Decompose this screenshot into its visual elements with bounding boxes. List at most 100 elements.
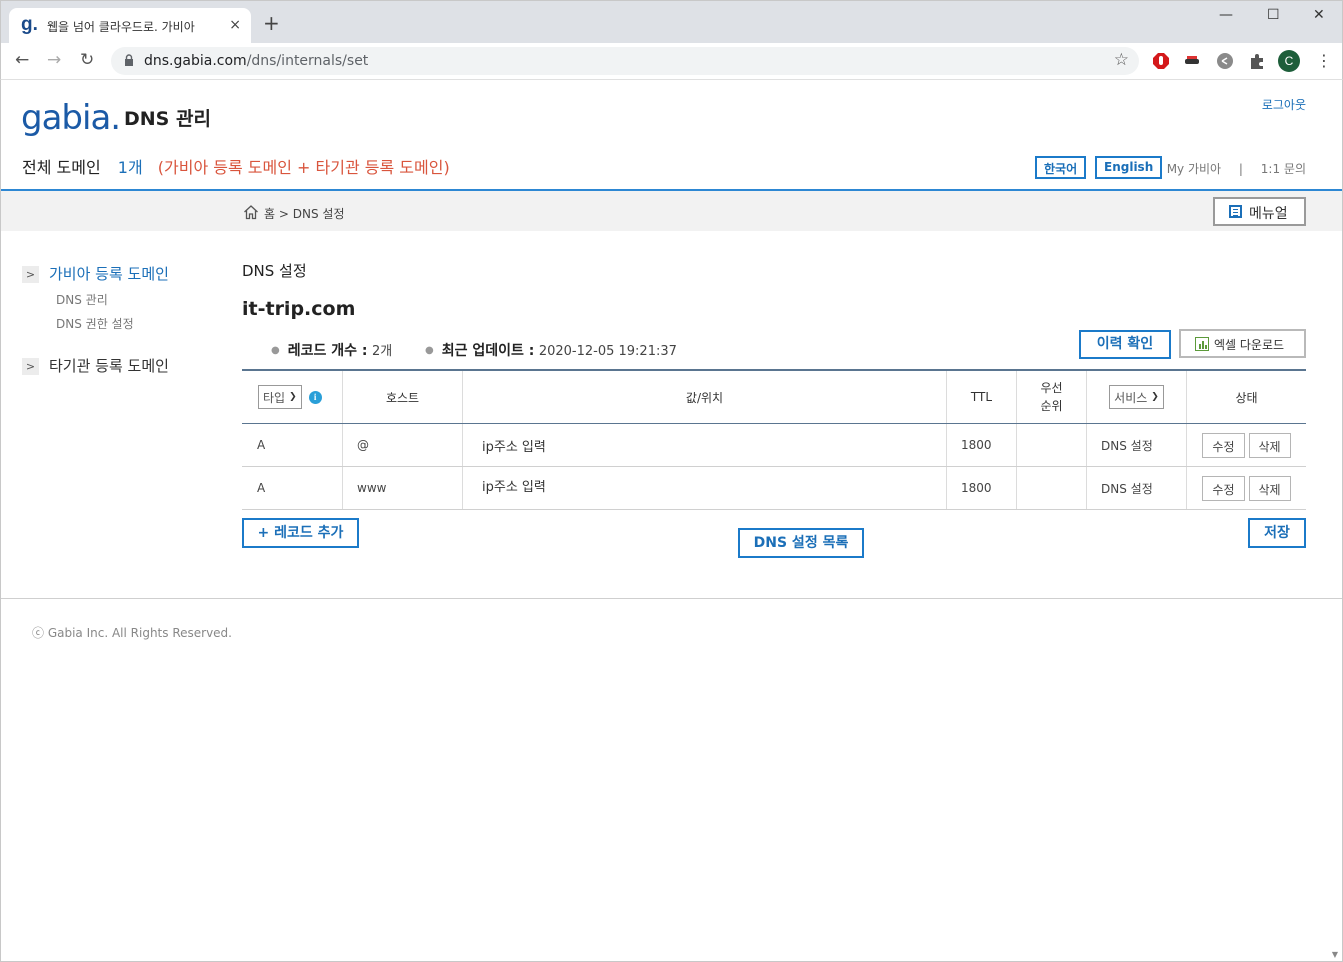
history-button[interactable]: 이력 확인	[1079, 330, 1171, 359]
chevron-down-icon: ❯	[1151, 392, 1159, 402]
record-priority	[1017, 467, 1087, 509]
breadcrumb-home[interactable]: 홈	[264, 207, 275, 221]
header-value: 값/위치	[463, 371, 947, 423]
back-icon[interactable]: ←	[15, 50, 29, 70]
window-close-icon[interactable]: ✕	[1313, 7, 1325, 23]
header-priority: 우선 순위	[1017, 371, 1087, 423]
record-type: A	[242, 424, 343, 466]
sidebar-item-external-domains[interactable]: > 타기관 등록 도메인	[22, 355, 169, 376]
spreadsheet-chart-icon	[1195, 337, 1209, 351]
browser-tab[interactable]: g. 웹을 넘어 클라우드로. 가비아 ×	[9, 8, 251, 44]
my-gabia-link[interactable]: My 가비아	[1167, 162, 1221, 176]
maximize-icon[interactable]: ☐	[1267, 7, 1280, 23]
home-icon[interactable]	[243, 204, 259, 220]
chevron-right-icon: >	[22, 358, 39, 375]
forward-icon[interactable]: →	[47, 50, 61, 70]
dns-record-table: 타입 ❯ i 호스트 값/위치 TTL 우선 순위 서비스 ❯ 상태 A @ ip주소…	[242, 369, 1306, 510]
reload-icon[interactable]: ↻	[80, 50, 94, 70]
sidebar-item-gabia-domains[interactable]: > 가비아 등록 도메인	[22, 263, 169, 284]
browser-menu-icon[interactable]: ⋮	[1316, 51, 1332, 70]
add-record-button[interactable]: + 레코드 추가	[242, 518, 359, 548]
delete-record-button[interactable]: 삭제	[1248, 475, 1291, 501]
sidebar-item-dns-manage[interactable]: DNS 관리	[56, 291, 108, 308]
footer-divider	[1, 598, 1342, 599]
top-links-separator: |	[1238, 162, 1243, 176]
record-value: ip주소 입력	[463, 424, 947, 466]
inquiry-link[interactable]: 1:1 문의	[1261, 162, 1306, 176]
breadcrumb-bar: 홈 > DNS 설정 메뉴얼	[1, 191, 1342, 231]
copyright: ⓒ Gabia Inc. All Rights Reserved.	[32, 626, 232, 640]
record-host: www	[343, 467, 463, 509]
tab-close-icon[interactable]: ×	[229, 17, 241, 33]
document-list-icon	[1229, 205, 1242, 218]
header-host: 호스트	[343, 371, 463, 423]
logout-link[interactable]: 로그아웃	[1262, 96, 1306, 113]
service-filter-select[interactable]: 서비스 ❯	[1109, 385, 1164, 409]
gabia-logo[interactable]: gabia.	[21, 98, 121, 138]
edit-record-button[interactable]: 수정	[1202, 475, 1245, 501]
scroll-down-arrow-icon[interactable]: ▼	[1332, 950, 1338, 959]
domain-summary: 전체 도메인 1개 (가비아 등록 도메인 + 타기관 등록 도메인)	[22, 154, 450, 178]
dns-settings-list-button[interactable]: DNS 설정 목록	[738, 528, 864, 558]
breadcrumb-separator: >	[278, 207, 289, 221]
header-type: 타입 ❯ i	[242, 371, 343, 423]
domain-name: it-trip.com	[242, 298, 356, 320]
table-header-row: 타입 ❯ i 호스트 값/위치 TTL 우선 순위 서비스 ❯ 상태	[242, 371, 1306, 424]
delete-record-button[interactable]: 삭제	[1248, 432, 1291, 458]
sidebar-item-dns-permission[interactable]: DNS 권한 설정	[56, 315, 134, 332]
record-service: DNS 설정	[1087, 467, 1187, 509]
browser-tab-bar: g. 웹을 넘어 클라우드로. 가비아 × + — ☐ ✕	[0, 0, 1343, 44]
record-type: A	[242, 467, 343, 509]
service-title: DNS 관리	[124, 108, 211, 130]
type-filter-select[interactable]: 타입 ❯	[258, 385, 302, 409]
section-title: DNS 설정	[242, 262, 307, 280]
breadcrumb: 홈 > DNS 설정	[264, 205, 345, 222]
record-actions: 수정 삭제	[1187, 467, 1306, 509]
record-value: ip주소 입력	[463, 467, 947, 509]
profile-avatar[interactable]: C	[1278, 50, 1300, 72]
new-tab-button[interactable]: +	[263, 13, 280, 33]
sidebar-group-label: 타기관 등록 도메인	[49, 357, 169, 375]
record-host: @	[343, 424, 463, 466]
url-text: dns.gabia.com/dns/internals/set	[144, 53, 369, 69]
record-ttl: 1800	[947, 467, 1017, 509]
adblock-extension-icon[interactable]	[1152, 52, 1170, 70]
manual-button[interactable]: 메뉴얼	[1213, 197, 1306, 226]
last-updated: ● 최근 업데이트 : 2020-12-05 19:21:37	[425, 343, 677, 359]
domain-label: 전체 도메인	[22, 158, 101, 177]
save-button[interactable]: 저장	[1248, 518, 1306, 548]
gabia-favicon-icon: g.	[21, 14, 38, 35]
record-ttl: 1800	[947, 424, 1017, 466]
sidebar-group-label: 가비아 등록 도메인	[49, 265, 169, 283]
edit-record-button[interactable]: 수정	[1202, 432, 1245, 458]
record-priority	[1017, 424, 1087, 466]
extensions-puzzle-icon[interactable]	[1248, 52, 1266, 70]
table-row: A @ ip주소 입력 1800 DNS 설정 수정 삭제	[242, 424, 1306, 467]
domain-note: (가비아 등록 도메인 + 타기관 등록 도메인)	[157, 158, 450, 177]
address-bar[interactable]: dns.gabia.com/dns/internals/set ☆	[111, 47, 1139, 75]
chevron-right-icon: >	[22, 266, 39, 283]
header-ttl: TTL	[947, 371, 1017, 423]
excel-download-label: 엑셀 다운로드	[1214, 338, 1285, 352]
domain-count[interactable]: 1개	[118, 158, 143, 177]
language-korean-button[interactable]: 한국어	[1035, 156, 1087, 179]
minimize-icon[interactable]: —	[1219, 7, 1233, 23]
header-status: 상태	[1235, 390, 1258, 405]
chevron-down-icon: ❯	[289, 392, 297, 402]
share-extension-icon[interactable]	[1216, 52, 1234, 70]
spy-extension-icon[interactable]	[1183, 52, 1201, 70]
record-count: ● 레코드 개수 : 2개	[271, 343, 393, 359]
info-icon[interactable]: i	[308, 390, 322, 404]
excel-download-button[interactable]: 엑셀 다운로드	[1179, 329, 1306, 358]
tab-title: 웹을 넘어 클라우드로. 가비아	[47, 20, 195, 34]
record-actions: 수정 삭제	[1187, 424, 1306, 466]
bookmark-star-icon[interactable]: ☆	[1114, 50, 1129, 70]
record-service: DNS 설정	[1087, 424, 1187, 466]
lock-icon	[125, 54, 133, 66]
breadcrumb-current: DNS 설정	[292, 207, 345, 221]
header-service: 서비스 ❯	[1087, 371, 1187, 423]
page-content: gabia. DNS 관리 로그아웃 전체 도메인 1개 (가비아 등록 도메인…	[0, 80, 1343, 962]
browser-toolbar: ← → ↻ dns.gabia.com/dns/internals/set ☆ …	[0, 43, 1343, 80]
manual-button-label: 메뉴얼	[1249, 206, 1288, 222]
top-links: My 가비아 | 1:1 문의	[1153, 160, 1306, 177]
